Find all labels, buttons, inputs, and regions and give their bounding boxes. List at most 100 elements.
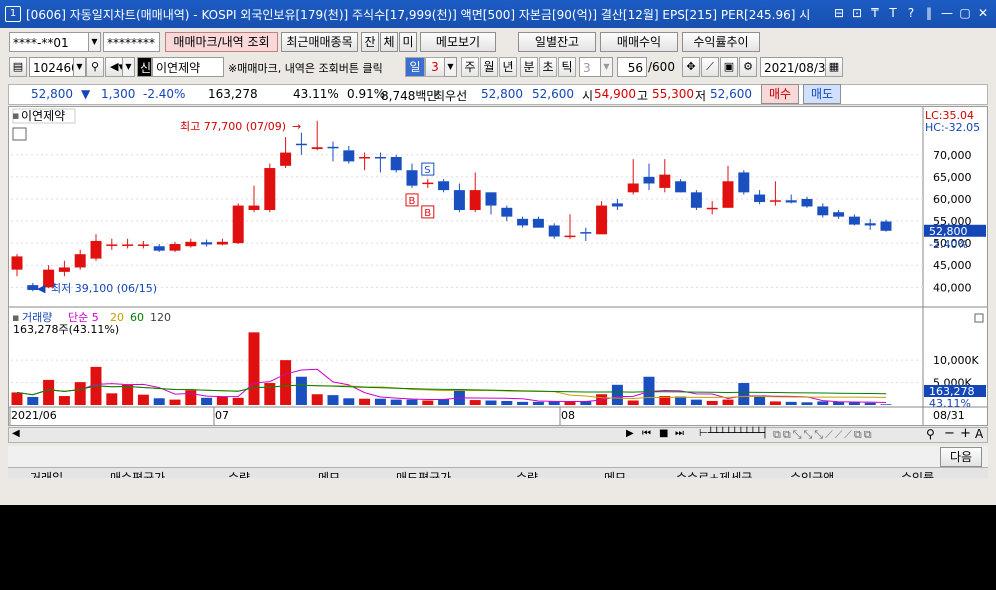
- col-fees[interactable]: 수수료+제세금: [676, 469, 752, 478]
- zoom-icon[interactable]: ⚲: [926, 427, 935, 441]
- minimize-button[interactable]: —: [940, 5, 954, 21]
- period-week-tab[interactable]: 주: [461, 57, 479, 77]
- volume-bar: [738, 383, 750, 405]
- candle: [438, 181, 450, 191]
- daily-balance-button[interactable]: 일별잔고: [518, 32, 596, 52]
- trade-profit-button[interactable]: 매매수익: [600, 32, 678, 52]
- memo-view-button[interactable]: 메모보기: [420, 32, 496, 52]
- chart-scroll-toolbar[interactable]: ◀ ▶ ⏮ ■ ⏭ ⊢┴┴┴┴┴┴┴┴┴┤ ⧉⧉⤡⤡⤡⟋⟋⟋⧉⧉ ⚲ − + A: [8, 426, 988, 443]
- account-dropdown-icon[interactable]: ▼: [88, 32, 101, 52]
- col-buy-qty[interactable]: 수량: [228, 469, 250, 478]
- volume-bar: [374, 398, 386, 405]
- volume-bar: [343, 398, 355, 405]
- col-buy-avg[interactable]: 매수평균가: [110, 469, 165, 478]
- zoom-in-icon[interactable]: +: [960, 426, 971, 441]
- period-tick-tab[interactable]: 틱: [558, 57, 576, 77]
- date-input[interactable]: 2021/08/31: [760, 57, 826, 77]
- zoom-out-icon[interactable]: −: [944, 426, 955, 441]
- col-return[interactable]: 수익률: [901, 469, 934, 478]
- zoom-slider[interactable]: ⊢┴┴┴┴┴┴┴┴┴┤: [699, 428, 768, 439]
- app-window: 1 [0606] 자동일지차트(매매내역) - KOSPI 외국인보유[179(…: [0, 0, 996, 505]
- stop-icon[interactable]: ■: [659, 428, 668, 439]
- account-field[interactable]: ****-**01: [9, 32, 89, 52]
- period-year-tab[interactable]: 년: [499, 57, 517, 77]
- buy-button[interactable]: 매수: [761, 84, 799, 104]
- scroll-right-icon[interactable]: ▶: [626, 428, 634, 439]
- candle: [137, 244, 149, 246]
- period-month-tab[interactable]: 월: [480, 57, 498, 77]
- chart-panel[interactable]: BSB 70,000 65,000 60,000 55,000 50,000 45,000…: [8, 106, 988, 426]
- last-page-icon[interactable]: ⏭: [675, 428, 684, 439]
- period-multiplier-field[interactable]: 3: [425, 57, 445, 77]
- app-icon[interactable]: 1: [5, 6, 21, 22]
- stock-code-dropdown-icon[interactable]: ▼: [73, 57, 86, 77]
- col-sell-avg[interactable]: 매도평균가: [396, 469, 451, 478]
- grid-toggle-icon[interactable]: [12, 127, 27, 141]
- draw-tools-icon[interactable]: ⧉⧉⤡⤡⤡⟋⟋⟋⧉⧉: [773, 428, 874, 442]
- trade-mark-query-button[interactable]: 매매마크/내역 조회: [165, 32, 278, 52]
- candle: [169, 244, 181, 251]
- col-sell-qty[interactable]: 수량: [516, 469, 538, 478]
- period-day-tab[interactable]: 일: [405, 57, 425, 77]
- return-trend-button[interactable]: 수익률추이: [682, 32, 760, 52]
- data-count-input[interactable]: 56: [617, 57, 647, 77]
- current-pct-axis-label: -2.40%: [929, 238, 968, 251]
- candle: [74, 254, 86, 268]
- font-icon[interactable]: T: [886, 5, 900, 21]
- candle: [216, 241, 228, 245]
- candle: [517, 218, 529, 226]
- volume-pane-close-icon[interactable]: [974, 313, 984, 323]
- col-sell-memo[interactable]: 메모: [604, 469, 626, 478]
- candle: [11, 256, 23, 270]
- scroll-left-icon[interactable]: ◀: [12, 428, 20, 439]
- recent-trades-button[interactable]: 최근매매종목: [281, 32, 358, 52]
- candle: [627, 183, 639, 193]
- col-buy-memo[interactable]: 메모: [318, 469, 340, 478]
- font-size-icon[interactable]: A: [975, 427, 983, 441]
- volume-bar: [359, 398, 371, 405]
- settings-gear-icon[interactable]: ⚙: [739, 57, 757, 77]
- candle: [675, 181, 687, 193]
- change-arrow-icon: ▼: [81, 87, 91, 101]
- col-trade-date[interactable]: 거래일: [30, 469, 63, 478]
- calendar-icon[interactable]: ▦: [825, 57, 843, 77]
- close-button[interactable]: ✕: [976, 5, 990, 21]
- sound-dropdown-icon[interactable]: ▼: [122, 57, 135, 77]
- high-price: 55,300: [652, 87, 694, 101]
- pin-icon[interactable]: ₸: [868, 5, 882, 21]
- title-bar: 1 [0606] 자동일지차트(매매내역) - KOSPI 외국인보유[179(…: [0, 0, 996, 28]
- high-label: 고: [637, 89, 649, 103]
- price-volume-chart[interactable]: BSB 70,00065,00060,00055,00050,00045,000…: [9, 107, 987, 425]
- save-icon[interactable]: ▣: [720, 57, 738, 77]
- separator-icon: ‖: [926, 6, 932, 20]
- next-button[interactable]: 다음: [940, 447, 982, 467]
- stock-code-input[interactable]: 102460: [29, 57, 74, 77]
- unexecuted-button[interactable]: 미: [399, 32, 417, 52]
- window-tile-icon[interactable]: ⊟: [832, 5, 846, 21]
- tick-value-field[interactable]: 3: [579, 57, 601, 77]
- draw-tool-icon[interactable]: ⟋: [701, 57, 719, 77]
- period-minute-tab[interactable]: 분: [520, 57, 538, 77]
- candle: [659, 174, 671, 188]
- tick-dropdown-icon[interactable]: ▼: [600, 57, 613, 77]
- first-page-icon[interactable]: ⏮: [642, 428, 651, 439]
- indicator-icon[interactable]: ✥: [682, 57, 700, 77]
- executed-button[interactable]: 체: [380, 32, 398, 52]
- period-second-tab[interactable]: 초: [539, 57, 557, 77]
- sell-button[interactable]: 매도: [803, 84, 841, 104]
- volume-bar: [232, 397, 244, 405]
- chart-type-icon[interactable]: ▤: [9, 57, 27, 77]
- col-profit[interactable]: 수익금액: [790, 469, 834, 478]
- volume-bar: [611, 384, 623, 405]
- search-icon[interactable]: ⚲: [86, 57, 104, 77]
- candle: [596, 205, 608, 235]
- maximize-button[interactable]: ▢: [958, 5, 972, 21]
- candle: [390, 156, 402, 171]
- window-layout-icon[interactable]: ⊡: [850, 5, 864, 21]
- volume-bar: [501, 400, 513, 405]
- period-multiplier-dropdown-icon[interactable]: ▼: [444, 57, 457, 77]
- volume-bar: [248, 332, 260, 405]
- help-icon[interactable]: ?: [904, 5, 918, 21]
- password-field[interactable]: ********: [103, 32, 160, 52]
- balance-button[interactable]: 잔: [361, 32, 379, 52]
